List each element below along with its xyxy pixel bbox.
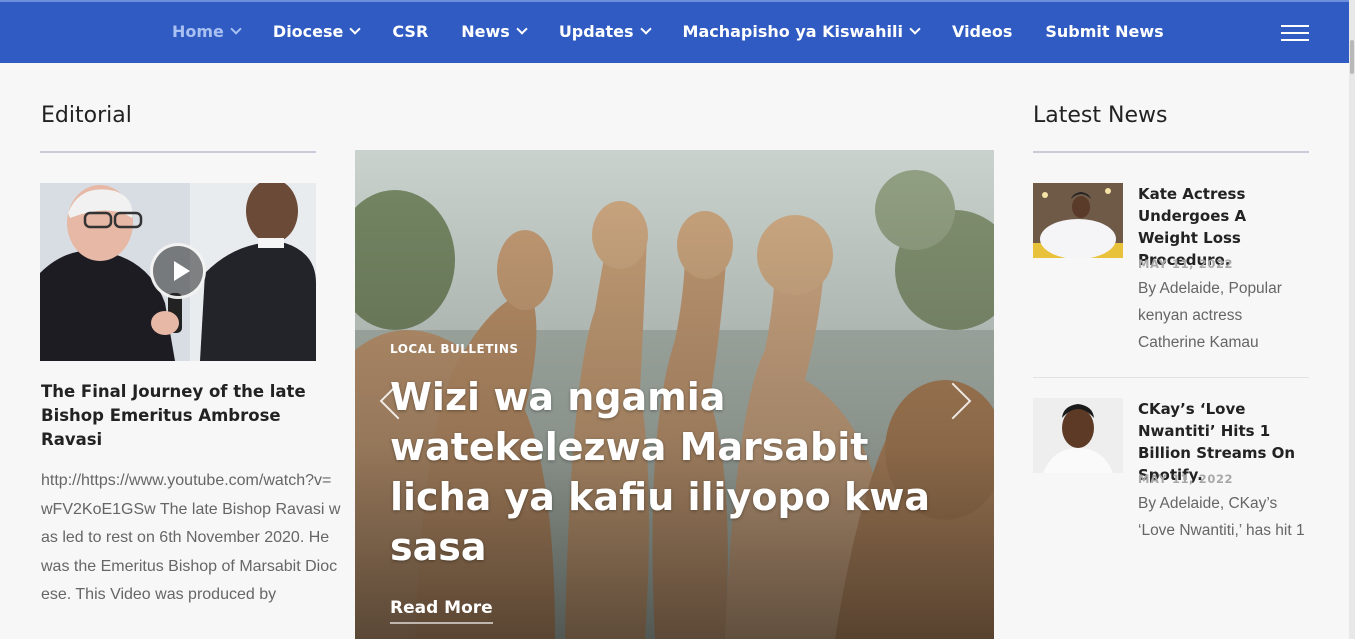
nav-item-videos[interactable]: Videos [952,22,1012,41]
nav-item-submit-news[interactable]: Submit News [1045,22,1163,41]
nav-item-csr[interactable]: CSR [392,22,428,41]
editorial-heading: Editorial [41,103,132,128]
nav-item-home[interactable]: Home [172,22,242,41]
nav-item-news[interactable]: News [461,22,528,41]
nav-label: News [461,22,510,41]
latest-news-divider [1033,151,1309,153]
news-date: MAY 11, 2022 [1138,472,1234,486]
news-separator [1033,377,1309,378]
nav-label: Videos [951,22,1013,41]
actress-photo [1033,183,1123,258]
page-scrollbar[interactable] [1349,0,1355,639]
slide-title[interactable]: Wizi wa ngamia watekelezwa Marsabit lich… [390,372,950,572]
featured-slider[interactable]: LOCAL BULLETINS Wizi wa ngamia watekelez… [355,150,994,639]
singer-photo [1033,398,1123,473]
chevron-down-icon [230,23,242,35]
nav-label: CSR [392,22,429,41]
editorial-post-body: http://https://www.youtube.com/watch?v=w… [41,472,341,603]
nav-item-machapisho[interactable]: Machapisho ya Kiswahili [682,22,921,41]
news-excerpt: By Adelaide, CKay’s ‘Love Nwantiti,’ has… [1138,495,1305,539]
nav-label: Machapisho ya Kiswahili [682,22,903,41]
nav-label: Submit News [1045,22,1164,41]
news-excerpt: By Adelaide, Popular kenyan actress Cath… [1138,280,1282,351]
hamburger-menu-icon[interactable] [1281,25,1309,41]
latest-news-heading: Latest News [1033,103,1168,128]
top-navigation-bar: Home Diocese CSR News Updates Machapisho… [0,0,1349,63]
chevron-down-icon [516,23,528,35]
play-icon[interactable] [150,243,206,299]
slide-category[interactable]: LOCAL BULLETINS [390,342,519,356]
editorial-video-thumbnail[interactable] [40,183,316,361]
read-more-link[interactable]: Read More [390,598,493,624]
main-menu: Home Diocese CSR News Updates Machapisho… [172,22,1197,41]
scrollbar-thumb[interactable] [1350,40,1354,74]
nav-label: Home [172,22,224,41]
editorial-divider [40,151,316,153]
news-thumbnail[interactable] [1033,398,1123,473]
editorial-post-title[interactable]: The Final Journey of the late Bishop Eme… [41,380,321,452]
nav-item-diocese[interactable]: Diocese [272,22,362,41]
chevron-down-icon [909,23,921,35]
nav-label: Updates [558,22,634,41]
chevron-down-icon [349,23,362,35]
nav-label: Diocese [272,22,344,41]
nav-item-updates[interactable]: Updates [558,22,652,41]
news-item: CKay’s ‘Love Nwantiti’ Hits 1 Billion St… [1033,398,1309,578]
chevron-down-icon [639,23,652,35]
news-thumbnail[interactable] [1033,183,1123,258]
news-item: Kate Actress Undergoes A Weight Loss Pro… [1033,183,1309,363]
news-date: MAY 11, 2022 [1138,257,1234,271]
